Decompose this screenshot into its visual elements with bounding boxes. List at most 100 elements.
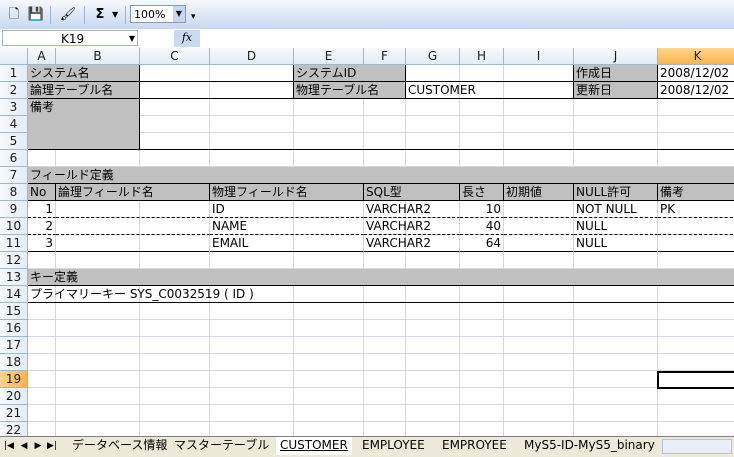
- grid-cell[interactable]: [294, 252, 364, 269]
- grid-cell[interactable]: [460, 320, 504, 337]
- grid-cell[interactable]: [294, 150, 364, 167]
- grid-cell[interactable]: [140, 337, 210, 354]
- grid-cell[interactable]: [210, 320, 294, 337]
- grid-cell[interactable]: [406, 405, 460, 422]
- row-header-6[interactable]: 6: [0, 150, 28, 167]
- grid-cell[interactable]: [504, 388, 574, 405]
- system-id-value[interactable]: [406, 65, 574, 82]
- column-header-g[interactable]: G: [406, 48, 460, 65]
- grid-cell[interactable]: [364, 371, 406, 388]
- grid-cell[interactable]: [294, 320, 364, 337]
- row-header-20[interactable]: 20: [0, 388, 28, 405]
- column-header-b[interactable]: B: [56, 48, 140, 65]
- grid-cell[interactable]: [460, 405, 504, 422]
- grid-cell[interactable]: [658, 388, 734, 405]
- field-no[interactable]: 3: [28, 235, 56, 252]
- row-header-16[interactable]: 16: [0, 320, 28, 337]
- grid-cell[interactable]: [574, 150, 658, 167]
- row-header-14[interactable]: 14: [0, 286, 28, 303]
- field-length[interactable]: 40: [460, 218, 504, 235]
- grid-cell[interactable]: [460, 354, 504, 371]
- grid-cell[interactable]: [210, 337, 294, 354]
- field-logical[interactable]: [56, 218, 210, 235]
- horizontal-scrollbar[interactable]: [662, 439, 732, 454]
- field-initial[interactable]: [504, 235, 574, 252]
- field-header-null[interactable]: NULL許可: [574, 184, 658, 201]
- row-header-8[interactable]: 8: [0, 184, 28, 201]
- grid-cell[interactable]: [294, 354, 364, 371]
- remarks-value[interactable]: [140, 99, 734, 150]
- field-sql[interactable]: VARCHAR2: [364, 218, 460, 235]
- key-definition-title[interactable]: キー定義: [28, 269, 734, 286]
- grid-cell[interactable]: [460, 422, 504, 436]
- grid-cell[interactable]: [56, 371, 140, 388]
- grid-cell[interactable]: [364, 388, 406, 405]
- grid-cell[interactable]: [28, 150, 56, 167]
- grid-cell[interactable]: [504, 422, 574, 436]
- grid-cell[interactable]: [574, 405, 658, 422]
- grid-cell[interactable]: [504, 405, 574, 422]
- primary-key-definition[interactable]: プライマリーキー SYS_C0032519 ( ID ): [28, 286, 734, 303]
- grid-cell[interactable]: [658, 150, 734, 167]
- field-null[interactable]: NOT NULL: [574, 201, 658, 218]
- grid-cell[interactable]: [658, 405, 734, 422]
- system-name-value[interactable]: [140, 65, 294, 82]
- field-physical[interactable]: EMAIL: [210, 235, 364, 252]
- field-length[interactable]: 64: [460, 235, 504, 252]
- grid-cell[interactable]: [294, 337, 364, 354]
- grid-cell[interactable]: [574, 337, 658, 354]
- chevron-down-icon[interactable]: ▼: [173, 6, 185, 22]
- save-icon[interactable]: 💾: [26, 5, 46, 25]
- updated-date-label[interactable]: 更新日: [574, 82, 658, 99]
- tab-emproyee[interactable]: EMPROYEE: [438, 437, 511, 455]
- grid-cell[interactable]: [658, 252, 734, 269]
- name-box[interactable]: K19 ▼: [2, 30, 138, 46]
- tab-customer[interactable]: CUSTOMER: [276, 437, 352, 455]
- grid-cell[interactable]: [140, 422, 210, 436]
- created-date-label[interactable]: 作成日: [574, 65, 658, 82]
- grid-cell[interactable]: [210, 371, 294, 388]
- column-header-i[interactable]: I: [504, 48, 574, 65]
- updated-date-value[interactable]: 2008/12/02: [658, 82, 734, 99]
- grid-cell[interactable]: [28, 371, 56, 388]
- field-length[interactable]: 10: [460, 201, 504, 218]
- grid-cell[interactable]: [364, 422, 406, 436]
- field-initial[interactable]: [504, 218, 574, 235]
- row-header-19[interactable]: 19: [0, 371, 28, 388]
- field-header-remarks[interactable]: 備考: [658, 184, 734, 201]
- field-initial[interactable]: [504, 201, 574, 218]
- grid-cell[interactable]: [210, 405, 294, 422]
- grid-cell[interactable]: [460, 337, 504, 354]
- grid-cell[interactable]: [56, 150, 140, 167]
- field-header-logical[interactable]: 論理フィールド名: [56, 184, 210, 201]
- function-icon[interactable]: fx: [174, 30, 200, 47]
- grid-cell[interactable]: [364, 150, 406, 167]
- grid-cell[interactable]: [210, 422, 294, 436]
- column-header-h[interactable]: H: [460, 48, 504, 65]
- row-header-1[interactable]: 1: [0, 65, 28, 82]
- grid-cell[interactable]: [28, 320, 56, 337]
- grid-cell[interactable]: [460, 150, 504, 167]
- row-header-18[interactable]: 18: [0, 354, 28, 371]
- toolbar-options-icon[interactable]: ▾: [191, 5, 196, 25]
- physical-table-value[interactable]: CUSTOMER: [406, 82, 574, 99]
- row-header-2[interactable]: 2: [0, 82, 28, 99]
- created-date-value[interactable]: 2008/12/02: [658, 65, 734, 82]
- grid-cell[interactable]: [210, 252, 294, 269]
- field-no[interactable]: 1: [28, 201, 56, 218]
- grid-cell[interactable]: [574, 388, 658, 405]
- column-header-j[interactable]: J: [574, 48, 658, 65]
- grid-cell[interactable]: [364, 320, 406, 337]
- grid-cell[interactable]: [28, 252, 56, 269]
- grid-cell[interactable]: [210, 150, 294, 167]
- row-header-21[interactable]: 21: [0, 405, 28, 422]
- field-logical[interactable]: [56, 201, 210, 218]
- row-header-22[interactable]: 22: [0, 422, 28, 436]
- grid-cell[interactable]: [140, 388, 210, 405]
- grid-cell[interactable]: [294, 303, 364, 320]
- grid-cell[interactable]: [504, 150, 574, 167]
- field-remarks[interactable]: [658, 218, 734, 235]
- grid-cell[interactable]: [460, 371, 504, 388]
- grid-cell[interactable]: [504, 252, 574, 269]
- grid-cell[interactable]: [574, 354, 658, 371]
